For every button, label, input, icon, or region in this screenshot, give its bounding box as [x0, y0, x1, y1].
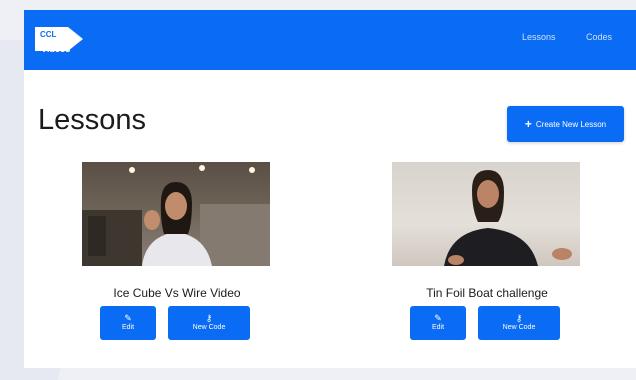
edit-icon: ✎: [124, 313, 132, 324]
logo-text-ccl: CCL: [40, 30, 57, 39]
edit-lesson-button[interactable]: ✎ Edit: [410, 306, 466, 340]
page-title: Lessons: [38, 104, 147, 136]
ccl-videos-logo[interactable]: CCL Videos: [34, 24, 94, 58]
lesson-card: Tin Foil Boat challenge ✎ Edit ⚷ New Cod…: [392, 162, 582, 352]
navbar: CCL Videos Lessons Codes: [24, 10, 636, 70]
new-code-label: New Code: [192, 324, 226, 332]
nav-link-codes[interactable]: Codes: [586, 32, 612, 42]
edit-icon: ✎: [434, 313, 442, 324]
new-code-label: New Code: [502, 324, 536, 332]
app-window: CCL Videos Lessons Codes Lessons + Creat…: [24, 10, 636, 368]
create-new-lesson-label: Create New Lesson: [535, 119, 607, 129]
create-new-lesson-button[interactable]: + Create New Lesson: [507, 106, 624, 142]
new-code-button[interactable]: ⚷ New Code: [168, 306, 250, 340]
lesson-title: Ice Cube Vs Wire Video: [113, 286, 241, 300]
lesson-thumbnail[interactable]: [82, 162, 270, 266]
key-icon: ⚷: [515, 313, 523, 324]
plus-icon: +: [524, 117, 532, 131]
lesson-title: Tin Foil Boat challenge: [426, 286, 548, 300]
lesson-card: Ice Cube Vs Wire Video ✎ Edit ⚷ New Code: [82, 162, 272, 352]
edit-label: Edit: [121, 324, 135, 332]
lesson-thumbnail[interactable]: [392, 162, 580, 266]
new-code-button[interactable]: ⚷ New Code: [478, 306, 560, 340]
nav-link-lessons[interactable]: Lessons: [522, 32, 556, 42]
edit-label: Edit: [431, 324, 445, 332]
edit-lesson-button[interactable]: ✎ Edit: [100, 306, 156, 340]
key-icon: ⚷: [205, 313, 213, 324]
logo-text-videos: Videos: [41, 44, 71, 54]
